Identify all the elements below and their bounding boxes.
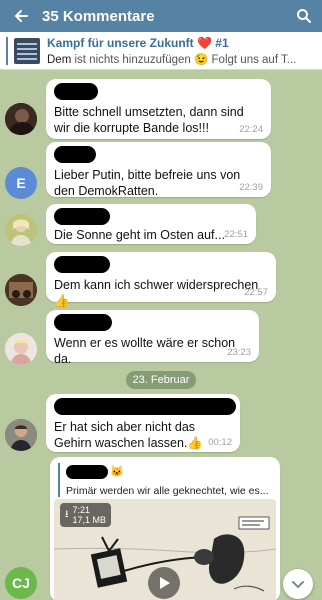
message-bubble[interactable]: Er hat sich aber nicht das Gehirn wasche… <box>46 394 240 452</box>
pinned-message[interactable]: Kampf für unsere Zukunft ❤️ #1 Dem ist n… <box>0 32 322 70</box>
message-time: 00:12 <box>208 437 232 448</box>
message-bubble[interactable]: Wenn er es wollte wäre er schon da. 23:2… <box>46 310 259 366</box>
search-icon <box>297 9 311 23</box>
user-photo-icon <box>5 103 37 135</box>
user-photo-icon <box>5 274 37 306</box>
message-time: 22:24 <box>239 124 263 135</box>
message-text: Er hat sich aber nicht das Gehirn wasche… <box>54 420 203 450</box>
user-photo-icon <box>5 419 37 451</box>
avatar[interactable] <box>5 103 37 135</box>
message-bubble[interactable]: Bitte schnell umsetzten, dann sind wir d… <box>46 79 271 139</box>
forward-author-redacted <box>66 464 108 479</box>
forwarded-video-message[interactable]: 🐱 Primär werden wir alle geknechtet, wie… <box>50 457 280 600</box>
message-bubble[interactable]: Dem kann ich schwer widersprechen👍 22:57 <box>46 252 276 308</box>
pinned-sender: Dem <box>47 53 72 66</box>
forward-text: Primär werden wir alle geknechtet, wie e… <box>66 485 269 497</box>
sender-name-redacted <box>54 314 112 331</box>
user-photo-icon <box>5 333 37 365</box>
top-bar: 35 Kommentare <box>0 0 322 32</box>
sender-name-redacted <box>54 398 236 415</box>
video-duration: 7:21 <box>72 505 91 515</box>
chevron-down-icon <box>292 581 304 589</box>
avatar[interactable] <box>5 274 37 306</box>
sender-name-redacted <box>54 146 96 163</box>
pinned-text: ist nichts hinzuzufügen 😉 Folgt uns auf … <box>71 53 297 66</box>
avatar[interactable] <box>5 333 37 365</box>
message-bubble[interactable]: Lieber Putin, bitte befreie uns von den … <box>46 142 271 198</box>
scroll-down-button[interactable] <box>283 569 313 599</box>
forward-quote[interactable]: 🐱 Primär werden wir alle geknechtet, wie… <box>58 463 272 497</box>
chat-area[interactable]: Bitte schnell umsetzten, dann sind wir d… <box>0 71 322 600</box>
play-icon <box>160 577 170 589</box>
message-time: 22:57 <box>244 287 268 298</box>
message-text: Die Sonne geht im Osten auf... <box>54 228 225 242</box>
pinned-accent-bar <box>6 36 8 65</box>
cat-emoji: 🐱 <box>110 466 124 479</box>
message-bubble[interactable]: Die Sonne geht im Osten auf... 22:51 <box>46 204 256 244</box>
video-size: 17,1 MB <box>72 515 107 525</box>
user-photo-icon <box>5 214 37 246</box>
avatar-initials: CJ <box>12 575 30 591</box>
message-time: 22:51 <box>224 229 248 240</box>
pinned-title: Kampf für unsere Zukunft ❤️ #1 <box>47 35 229 50</box>
message-text: Dem kann ich schwer widersprechen👍 <box>54 278 259 308</box>
page-title: 35 Kommentare <box>42 7 155 25</box>
back-button[interactable] <box>0 0 42 32</box>
message-text: Lieber Putin, bitte befreie uns von den … <box>54 168 241 198</box>
avatar[interactable]: CJ <box>5 567 37 599</box>
arrow-left-icon <box>14 10 28 22</box>
message-time: 22:39 <box>239 182 263 193</box>
pinned-preview: Dem ist nichts hinzuzufügen 😉 Folgt uns … <box>47 52 322 66</box>
date-separator: 23. Februar <box>126 371 196 389</box>
avatar-letter: E <box>16 175 26 191</box>
pinned-thumbnail <box>14 37 40 64</box>
video-info-badge[interactable]: ⭳ 7:21 17,1 MB <box>60 503 112 527</box>
download-icon: ⭳ <box>65 509 69 520</box>
avatar[interactable] <box>5 214 37 246</box>
sender-name-redacted <box>54 208 110 225</box>
avatar[interactable]: E <box>5 167 37 199</box>
search-button[interactable] <box>286 0 322 32</box>
message-text: Wenn er es wollte wäre er schon da. <box>54 336 236 366</box>
avatar[interactable] <box>5 419 37 451</box>
play-button[interactable] <box>148 567 180 599</box>
sender-name-redacted <box>54 83 98 100</box>
message-text: Bitte schnell umsetzten, dann sind wir d… <box>54 105 244 135</box>
video-thumbnail[interactable]: ⭳ 7:21 17,1 MB <box>54 499 276 600</box>
message-time: 23:23 <box>227 347 251 358</box>
sender-name-redacted <box>54 256 110 273</box>
